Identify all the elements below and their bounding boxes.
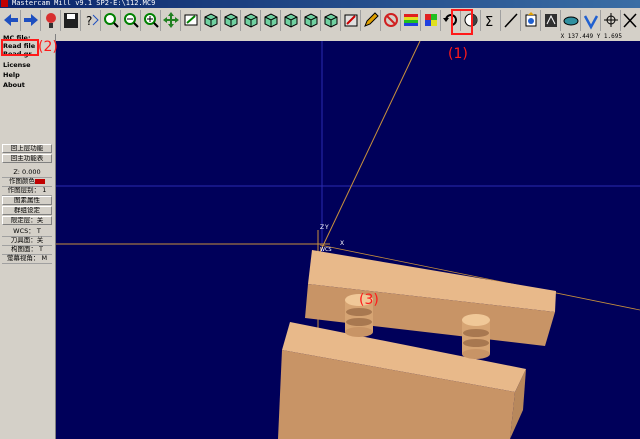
toolpath-icon[interactable] xyxy=(541,10,561,31)
query-icon[interactable]: ? xyxy=(81,10,101,31)
save-icon[interactable] xyxy=(61,10,81,31)
color-label: 作图颜色 xyxy=(9,177,35,185)
file-read-icon[interactable] xyxy=(521,10,541,31)
line-icon[interactable] xyxy=(501,10,521,31)
view-top-icon[interactable] xyxy=(201,10,221,31)
callout-label-3: (3) xyxy=(359,292,379,308)
wcs-icon[interactable] xyxy=(601,10,621,31)
pan-icon[interactable] xyxy=(161,10,181,31)
bolt-right xyxy=(462,314,490,359)
repaint-icon[interactable] xyxy=(181,10,201,31)
view-iso-icon[interactable] xyxy=(261,10,281,31)
svg-text:?: ? xyxy=(86,14,92,28)
zoom-in-icon[interactable] xyxy=(141,10,161,31)
back-upper-button[interactable]: 回上层功能 xyxy=(2,144,52,153)
pen-icon[interactable] xyxy=(361,10,381,31)
back-arrow-icon[interactable] xyxy=(1,10,21,31)
coordinate-strip: X 137.449 Y 1.695 xyxy=(0,33,640,41)
app-icon xyxy=(1,0,8,7)
view-front-icon[interactable] xyxy=(221,10,241,31)
surface-icon[interactable] xyxy=(561,10,581,31)
callout-box-1 xyxy=(451,9,473,35)
group-setting-button[interactable]: 群组设定 xyxy=(2,206,52,215)
forward-arrow-icon[interactable] xyxy=(21,10,41,31)
graphics-viewport[interactable]: Z Y X WCS xyxy=(56,41,640,439)
zoom-window-icon[interactable] xyxy=(101,10,121,31)
view-rotate-icon[interactable] xyxy=(321,10,341,31)
limit-level-button[interactable]: 限定层：关 xyxy=(2,216,52,225)
callout-label-2: (2) xyxy=(38,39,58,55)
wcs-label: WCS xyxy=(320,247,332,253)
delete-icon[interactable] xyxy=(341,10,361,31)
title-bar: Mastercam Mill v9.1 SP2-E:\112.MC9 xyxy=(0,0,640,8)
view-side-icon[interactable] xyxy=(241,10,261,31)
callout-box-2 xyxy=(1,39,39,56)
main-toolbar: ? Σ xyxy=(0,8,640,35)
back-main-button[interactable]: 回主功能表 xyxy=(2,154,52,163)
window-title: Mastercam Mill v9.1 SP2-E:\112.MC9 xyxy=(12,0,156,7)
sum-icon[interactable]: Σ xyxy=(481,10,501,31)
help-icon[interactable] xyxy=(41,10,61,31)
axis-label-y: Y xyxy=(324,224,329,231)
axis-label-z: Z xyxy=(320,224,324,231)
scene-3d: Z Y X WCS xyxy=(56,41,640,439)
axis-label-x: X xyxy=(340,240,344,247)
color-swatch xyxy=(35,178,45,184)
attributes-button[interactable]: 图素属性 xyxy=(2,196,52,205)
view-cplane-icon[interactable] xyxy=(281,10,301,31)
verify-icon[interactable] xyxy=(581,10,601,31)
view-normal-icon[interactable] xyxy=(301,10,321,31)
main-menu-panel: MC file: Read file Read gr License Help … xyxy=(0,34,56,439)
color-palette-icon[interactable] xyxy=(401,10,421,31)
close-x-icon[interactable] xyxy=(620,10,640,31)
menu-item-help[interactable]: Help xyxy=(3,71,20,79)
menu-item-license[interactable]: License xyxy=(3,61,31,69)
zoom-out-icon[interactable] xyxy=(121,10,141,31)
level-setting[interactable]: 作图层别： 1 xyxy=(2,186,52,196)
no-icon[interactable] xyxy=(381,10,401,31)
screen-view-setting[interactable]: 萤幕视角： M xyxy=(2,254,52,264)
menu-item-about[interactable]: About xyxy=(3,81,25,89)
callout-label-1: (1) xyxy=(448,46,468,62)
axis-line-diagonal xyxy=(319,41,421,253)
level-manager-icon[interactable] xyxy=(421,10,441,31)
svg-text:Σ: Σ xyxy=(485,15,493,30)
cursor-coordinates: X 137.449 Y 1.695 xyxy=(560,33,622,40)
